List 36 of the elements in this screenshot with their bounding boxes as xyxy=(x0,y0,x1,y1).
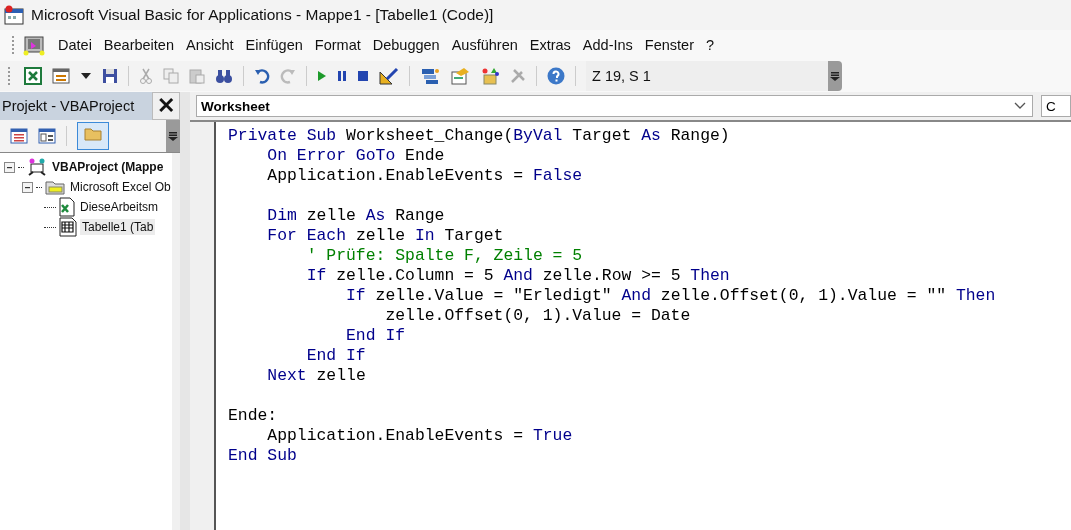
tree-item[interactable]: Tabelle1 (Tab xyxy=(80,219,156,235)
menu-item[interactable]: Add-Ins xyxy=(576,34,639,56)
menu-item[interactable]: Ansicht xyxy=(180,34,240,56)
close-button[interactable]: ✕ xyxy=(152,92,180,120)
code-line: Application.EnableEvents = True xyxy=(266,426,574,446)
panel-title: Projekt - VBAProject xyxy=(2,98,135,114)
menu-item[interactable]: Fenster xyxy=(638,34,700,56)
tree-item[interactable]: DieseArbeitsm xyxy=(78,199,161,215)
procedure-dropdown[interactable]: C xyxy=(1041,95,1071,117)
code-line: End If xyxy=(305,346,367,366)
code-line: Private Sub Worksheet_Change(ByVal Target As Range) xyxy=(228,126,731,146)
code-line: End If xyxy=(345,326,407,346)
cursor-position: Z 19, S 1 xyxy=(586,61,828,91)
menu-item[interactable]: Einfügen xyxy=(239,34,309,56)
tree-item[interactable]: Microsoft Excel Ob xyxy=(68,179,173,195)
code-line: Dim zelle As Range xyxy=(266,206,446,226)
menu-item[interactable]: Format xyxy=(308,34,367,56)
code-line: ' Prüfe: Spalte F, Zeile = 5 xyxy=(305,246,584,266)
code-line: Application.EnableEvents = False xyxy=(266,166,584,186)
menu-item[interactable]: Bearbeiten xyxy=(97,34,180,56)
object-dropdown[interactable]: Worksheet xyxy=(196,95,1033,117)
menu-item[interactable]: Extras xyxy=(523,34,577,56)
tree-item[interactable]: VBAProject (Mappe xyxy=(50,159,166,175)
menu-item[interactable]: Debuggen xyxy=(366,34,446,56)
menu-item[interactable]: Datei xyxy=(52,34,98,56)
code-line: If zelle.Column = 5 And zelle.Row >= 5 Then xyxy=(305,266,731,286)
code-line: On Error GoTo Ende xyxy=(266,146,446,166)
code-line: For Each zelle In Target xyxy=(266,226,505,246)
menu-item[interactable]: Ausführen xyxy=(445,34,524,56)
code-line: If zelle.Value = "Erledigt" And zelle.Offset(0, 1).Value = "" Then xyxy=(345,286,996,306)
code-line: Ende: xyxy=(228,406,279,426)
code-line: End Sub xyxy=(228,446,298,466)
code-line: Next zelle xyxy=(266,366,367,386)
menu-item[interactable]: ? xyxy=(700,34,721,56)
window-title: Microsoft Visual Basic for Applications - Mappe1 - [Tabelle1 (Code)] xyxy=(31,6,494,24)
code-line: zelle.Offset(0, 1).Value = Date xyxy=(384,306,692,326)
